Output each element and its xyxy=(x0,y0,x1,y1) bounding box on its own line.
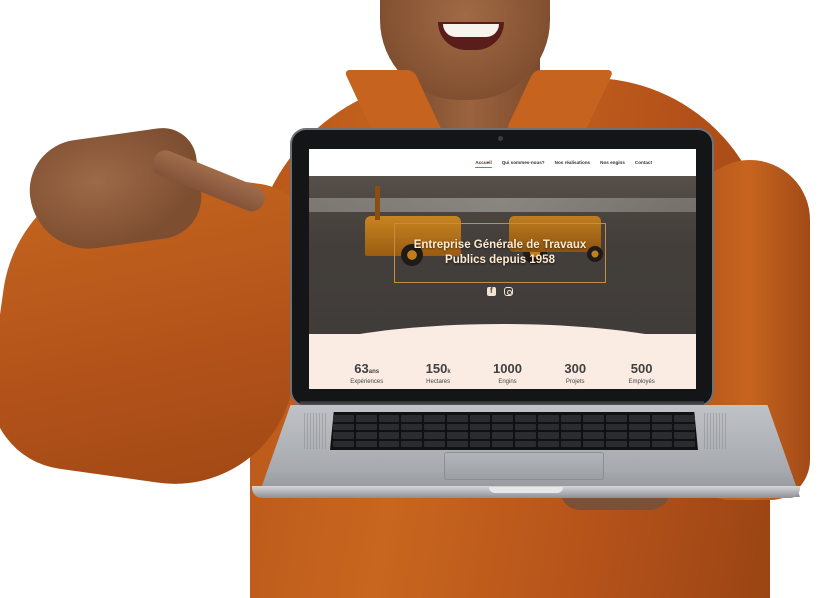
stat-value: 1000 xyxy=(493,361,522,376)
stat-hectares: 150k Hectares xyxy=(426,360,451,386)
stat-label: Projets xyxy=(565,379,585,385)
stat-experiences: 63ans Expériences xyxy=(350,360,383,386)
stat-unit: ans xyxy=(368,369,380,375)
hero-curve xyxy=(309,324,696,334)
instagram-icon[interactable] xyxy=(504,287,513,296)
speaker-grille-left xyxy=(304,413,326,449)
nav-item-qui-sommes-nous[interactable]: Qui sommes-nous? xyxy=(502,160,545,165)
speaker-grille-right xyxy=(704,413,726,449)
site-navbar: Accueil Qui sommes-nous? Nos réalisation… xyxy=(309,149,696,176)
laptop-touchpad xyxy=(444,452,604,480)
stat-value: 300 xyxy=(564,361,587,376)
stat-unit: k xyxy=(447,369,451,375)
facebook-icon[interactable] xyxy=(487,286,496,296)
stat-value: 500 xyxy=(630,361,653,376)
nav-item-accueil[interactable]: Accueil xyxy=(475,160,493,168)
stats-bar: 63ans Expériences 150k Hectares 1000 Eng… xyxy=(309,334,696,389)
stat-label: Engins xyxy=(498,379,517,385)
stat-label: Employés xyxy=(628,379,655,385)
hero-title: Entreprise Générale de Travaux Publics d… xyxy=(413,239,587,266)
stat-employes: 500 Employés xyxy=(628,360,654,386)
hero-title-box: Entreprise Générale de Travaux Publics d… xyxy=(394,223,606,283)
stat-engins: 1000 Engins xyxy=(493,360,522,386)
nav-item-contact[interactable]: Contact xyxy=(635,160,652,165)
hero-banner: Entreprise Générale de Travaux Publics d… xyxy=(309,176,696,334)
laptop-notch xyxy=(489,487,563,493)
social-links xyxy=(487,286,513,296)
stat-label: Expériences xyxy=(350,379,384,385)
laptop-keyboard xyxy=(330,412,698,450)
nav-item-nos-realisations[interactable]: Nos réalisations xyxy=(555,160,591,165)
stat-value: 150 xyxy=(425,361,448,376)
laptop-screen: Accueil Qui sommes-nous? Nos réalisation… xyxy=(309,149,696,389)
tractor-exhaust xyxy=(375,186,380,220)
stat-projets: 300 Projets xyxy=(564,360,586,386)
stat-label: Hectares xyxy=(426,379,451,385)
webcam-icon xyxy=(498,136,503,141)
stat-value: 63 xyxy=(354,361,369,376)
hangar-background xyxy=(309,198,696,212)
nav-item-nos-engins[interactable]: Nos engins xyxy=(600,160,625,165)
teeth xyxy=(443,24,499,37)
